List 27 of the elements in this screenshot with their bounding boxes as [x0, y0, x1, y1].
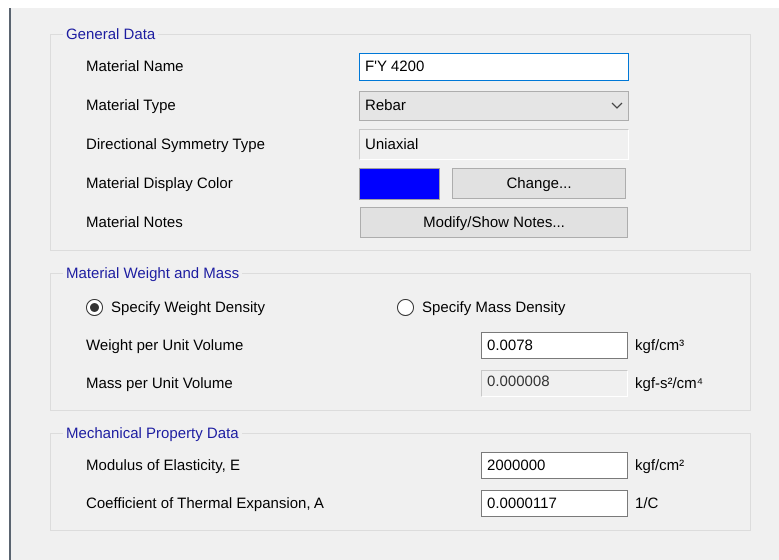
- group-title: General Data: [65, 26, 156, 43]
- group-title: Mechanical Property Data: [65, 425, 240, 442]
- number-field[interactable]: 2000000: [481, 452, 628, 478]
- unit-label: kgf/cm²: [635, 456, 684, 474]
- chevron-down-icon: [611, 102, 623, 110]
- unit-label: kgf-s²/cm⁴: [635, 374, 704, 392]
- field-label: Modulus of Elasticity, E: [86, 456, 241, 474]
- notes-button[interactable]: Modify/Show Notes...: [360, 207, 628, 238]
- unit-label: 1/C: [635, 494, 658, 512]
- group-title: Material Weight and Mass: [65, 265, 240, 282]
- number-field[interactable]: 0.0000117: [481, 490, 628, 516]
- number-field[interactable]: 0.0078: [481, 332, 628, 358]
- radio-option[interactable]: Specify Weight Density: [86, 298, 265, 316]
- field-label: Coefficient of Thermal Expansion, A: [86, 494, 325, 512]
- radio-option[interactable]: Specify Mass Density: [397, 298, 566, 316]
- field-label: Material Notes: [86, 214, 184, 231]
- unit-label: kgf/cm³: [635, 336, 684, 354]
- dropdown[interactable]: Rebar: [359, 90, 629, 120]
- field-label: Material Display Color: [86, 175, 234, 192]
- field-label: Material Name: [86, 58, 185, 75]
- text-field[interactable]: F'Y 4200: [359, 52, 629, 80]
- field-label: Mass per Unit Volume: [86, 374, 234, 392]
- field-label: Weight per Unit Volume: [86, 336, 244, 354]
- field-label: Material Type: [86, 97, 177, 114]
- change-button[interactable]: Change...: [452, 168, 626, 199]
- readonly-field: Uniaxial: [359, 129, 629, 160]
- field-label: Directional Symmetry Type: [86, 136, 266, 153]
